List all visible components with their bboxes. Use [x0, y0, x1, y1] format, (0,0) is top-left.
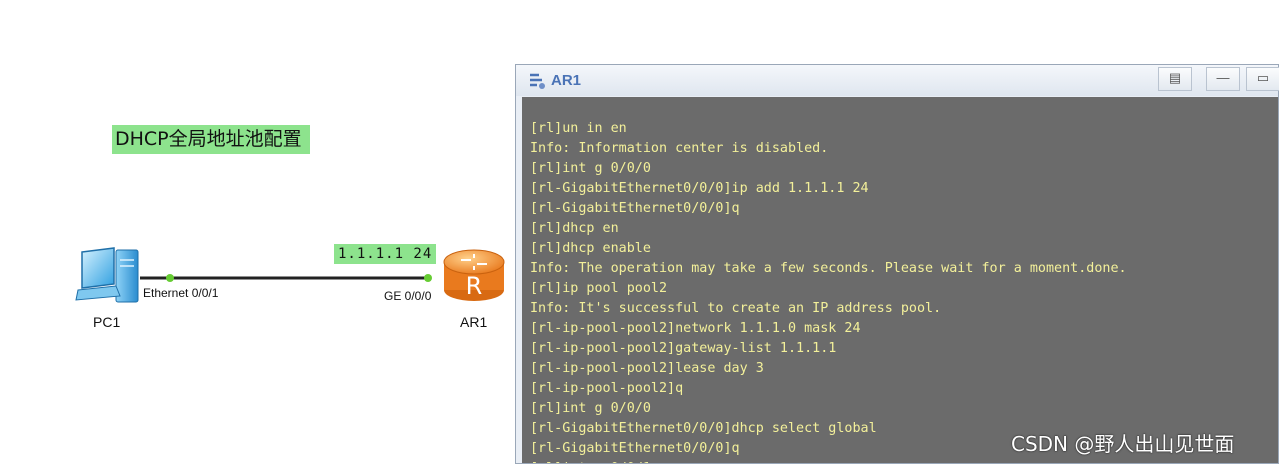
terminal-line: [rl-ip-pool-pool2]q [530, 381, 684, 396]
terminal-line: Info: Information center is disabled. [530, 141, 829, 156]
router-port-indicator [424, 274, 432, 282]
terminal-line: [rl]dhcp en [530, 221, 619, 236]
terminal-console[interactable]: [rl]un in en Info: Information center is … [522, 97, 1278, 463]
pc-icon[interactable] [74, 246, 144, 308]
terminal-title: AR1 [551, 72, 582, 89]
watermark-text: CSDN @野人出山见世面 [1011, 432, 1235, 456]
ip-address-label: 1.1.1.1 24 [334, 244, 437, 264]
pc-port-label: Ethernet 0/0/1 [143, 286, 219, 300]
minimize-button[interactable]: — [1206, 67, 1240, 91]
pc-name-label: PC1 [93, 314, 121, 330]
ethernet-link[interactable] [0, 0, 515, 464]
terminal-line: [rl]un in en [530, 121, 627, 136]
console-app-icon [530, 73, 545, 89]
router-icon[interactable]: R [441, 246, 507, 304]
router-name-label: AR1 [460, 314, 488, 330]
router-port-label: GE 0/0/0 [384, 289, 432, 303]
restore-icon: ▤ [1168, 70, 1182, 85]
terminal-titlebar[interactable]: AR1 ▤ — ▭ [516, 65, 1279, 96]
terminal-line: [rl]int g 0/0/0 [530, 161, 651, 176]
terminal-line: Info: The operation may take a few secon… [530, 261, 1127, 276]
maximize-button[interactable]: ▭ [1246, 67, 1279, 91]
router-icon-letter: R [466, 272, 483, 300]
terminal-line: [rl-ip-pool-pool2]network 1.1.1.0 mask 2… [530, 321, 861, 336]
terminal-output: [rl]un in en Info: Information center is … [530, 119, 1127, 463]
terminal-line: Info: It's successful to create an IP ad… [530, 301, 942, 316]
terminal-line: [rl-GigabitEthernet0/0/0]q [530, 201, 740, 216]
maximize-icon: ▭ [1256, 70, 1270, 85]
terminal-line: [rl-GigabitEthernet0/0/0]ip add 1.1.1.1 … [530, 181, 869, 196]
terminal-line: [rl]int g 0/0/1 [530, 459, 1127, 463]
minimize-icon: — [1216, 70, 1230, 85]
terminal-line: [rl-ip-pool-pool2]gateway-list 1.1.1.1 [530, 341, 837, 356]
pc-port-indicator [166, 274, 174, 282]
terminal-line: [rl]ip pool pool2 [530, 281, 668, 296]
terminal-window[interactable]: AR1 ▤ — ▭ [rl]un in en Info: Information … [515, 64, 1279, 464]
terminal-line: [rl]int g 0/0/0 [530, 401, 651, 416]
terminal-line: [rl]dhcp enable [530, 241, 651, 256]
restore-button[interactable]: ▤ [1158, 67, 1192, 91]
terminal-line: [rl-ip-pool-pool2]lease day 3 [530, 361, 764, 376]
topology-canvas[interactable]: DHCP全局地址池配置 1.1.1.1 24 Ethernet 0/0/1 PC… [0, 0, 515, 464]
